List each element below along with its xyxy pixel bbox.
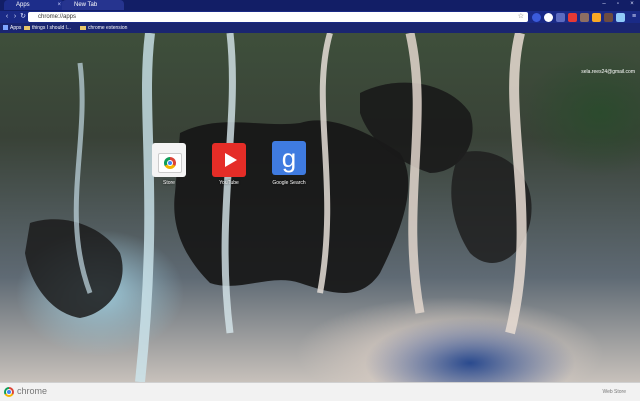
bookmark-label: chrome extension bbox=[88, 25, 128, 31]
tab-strip: Apps × New Tab – ▫ × bbox=[0, 0, 640, 11]
apps-page-background: sela.rees24@gmail.com Store YouTube g Go… bbox=[0, 33, 640, 382]
chrome-logo-icon bbox=[4, 387, 14, 397]
tab-apps[interactable]: Apps × bbox=[4, 0, 64, 10]
extension-icon[interactable] bbox=[568, 13, 577, 22]
tab-label: Apps bbox=[16, 2, 30, 8]
back-icon[interactable]: ‹ bbox=[3, 13, 11, 21]
extension-icon[interactable] bbox=[616, 13, 625, 22]
reload-icon[interactable]: ↻ bbox=[19, 13, 27, 21]
forward-icon[interactable]: › bbox=[11, 13, 19, 21]
folder-icon bbox=[80, 25, 86, 30]
maximize-icon[interactable]: ▫ bbox=[612, 0, 624, 8]
extension-icon[interactable] bbox=[580, 13, 589, 22]
apps-bottom-bar: chrome Web Store bbox=[0, 382, 640, 401]
bookmark-label: things I should l... bbox=[32, 25, 71, 31]
bookmark-folder[interactable]: chrome extension bbox=[80, 23, 127, 33]
app-label[interactable]: YouTube bbox=[199, 180, 259, 186]
omnibox-url[interactable]: chrome://apps bbox=[38, 12, 76, 22]
app-tile-google-search[interactable]: g bbox=[272, 141, 306, 175]
omnibox[interactable]: chrome://apps ☆ bbox=[28, 12, 528, 22]
extension-icon[interactable] bbox=[592, 13, 601, 22]
delta-wallpaper bbox=[25, 33, 532, 382]
bookmark-label: Apps bbox=[10, 25, 22, 31]
google-search-icon: g bbox=[281, 143, 297, 173]
toolbar: ‹ › ↻ chrome://apps ☆ ≡ bbox=[0, 11, 640, 23]
extension-icon[interactable] bbox=[544, 13, 553, 22]
chrome-web-store-icon bbox=[158, 153, 182, 173]
user-email[interactable]: sela.rees24@gmail.com bbox=[581, 69, 635, 75]
app-label[interactable]: Store bbox=[139, 180, 199, 186]
bookmark-folder[interactable]: things I should l... bbox=[24, 23, 71, 33]
extension-icon[interactable] bbox=[532, 13, 541, 22]
extension-icon[interactable] bbox=[556, 13, 565, 22]
app-label[interactable]: Google Search bbox=[259, 180, 319, 186]
tab-label: New Tab bbox=[74, 2, 98, 8]
close-window-icon[interactable]: × bbox=[626, 0, 638, 8]
minimize-icon[interactable]: – bbox=[598, 0, 610, 8]
chrome-brand-text: chrome bbox=[17, 386, 48, 396]
browser-frame: Apps × New Tab – ▫ × ‹ › ↻ chrome://apps… bbox=[0, 0, 640, 33]
app-tile-youtube[interactable] bbox=[212, 143, 246, 177]
bookmark-star-icon[interactable]: ☆ bbox=[518, 12, 524, 22]
bookmarks-bar: Apps things I should l... chrome extensi… bbox=[0, 23, 640, 33]
tab-close-icon[interactable]: × bbox=[57, 0, 61, 10]
extension-icon[interactable] bbox=[604, 13, 613, 22]
menu-icon[interactable]: ≡ bbox=[630, 13, 638, 21]
tab-new-tab[interactable]: New Tab bbox=[62, 0, 124, 10]
apps-grid-icon bbox=[3, 25, 8, 31]
bookmark-apps[interactable]: Apps bbox=[3, 23, 21, 33]
web-store-link[interactable]: Web Store bbox=[602, 389, 626, 395]
folder-icon bbox=[24, 25, 30, 30]
app-tile-store[interactable] bbox=[152, 143, 186, 177]
youtube-icon bbox=[225, 153, 237, 167]
